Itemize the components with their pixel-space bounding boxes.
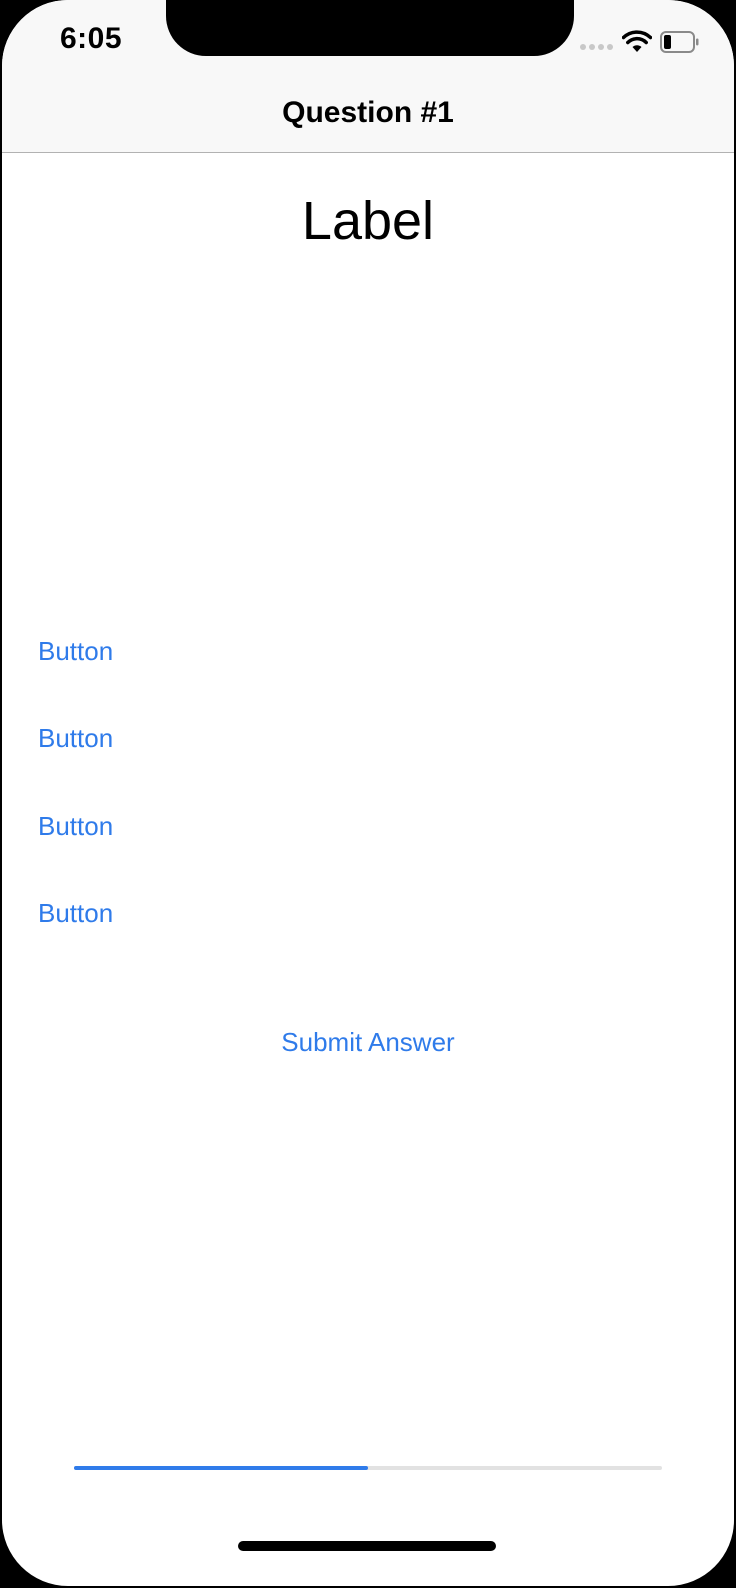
device-notch bbox=[166, 0, 574, 56]
progress-bar bbox=[74, 1466, 662, 1470]
answer-button-2[interactable]: Button bbox=[38, 723, 113, 754]
phone-screen: 6:05 Question #1 Label Button Button But… bbox=[2, 0, 734, 1586]
question-label: Label bbox=[301, 191, 435, 251]
answer-button-1[interactable]: Button bbox=[38, 636, 113, 667]
answer-button-4[interactable]: Button bbox=[38, 898, 113, 929]
progress-fill bbox=[74, 1466, 368, 1470]
wifi-icon bbox=[622, 30, 652, 52]
submit-answer-button[interactable]: Submit Answer bbox=[2, 1027, 734, 1058]
nav-title: Question #1 bbox=[282, 96, 454, 129]
battery-icon bbox=[660, 31, 699, 53]
navigation-bar: Question #1 bbox=[2, 70, 734, 153]
status-time: 6:05 bbox=[60, 22, 123, 55]
home-indicator[interactable] bbox=[238, 1541, 496, 1551]
signal-icon bbox=[580, 44, 613, 50]
answer-button-3[interactable]: Button bbox=[38, 811, 113, 842]
